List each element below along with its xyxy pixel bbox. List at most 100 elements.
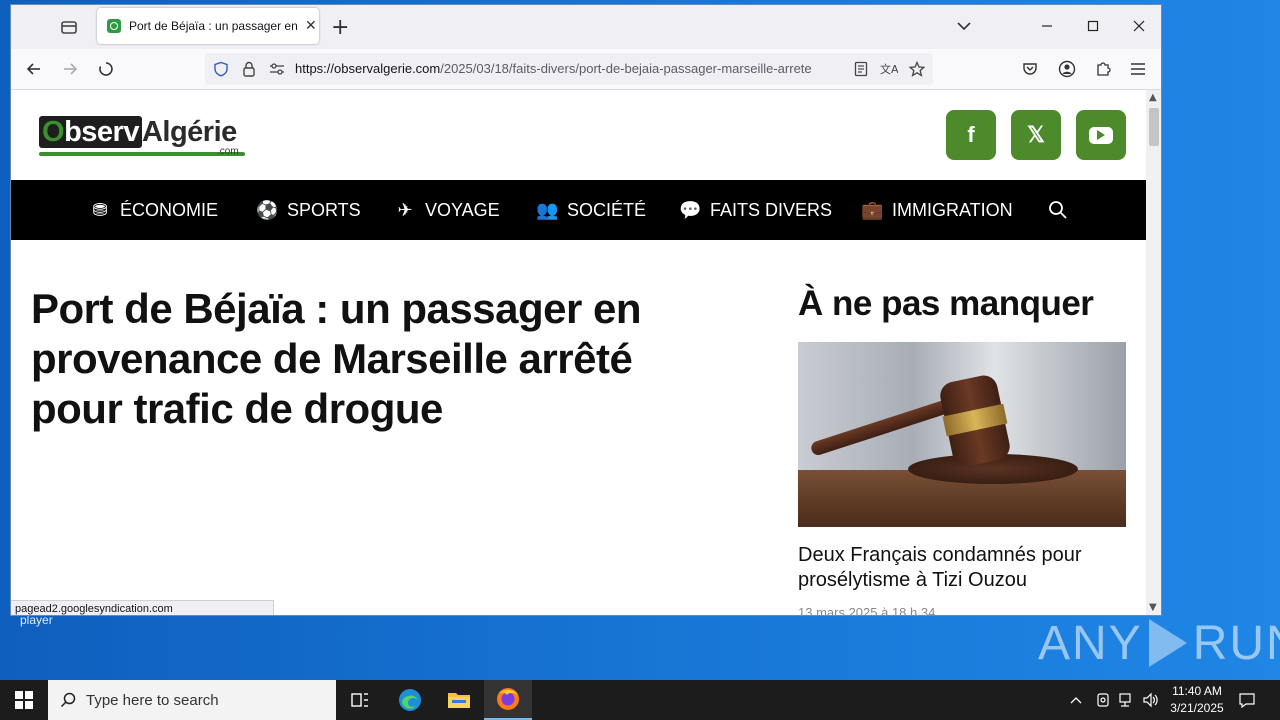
tray-app-button[interactable] (1095, 680, 1111, 720)
chevron-up-icon (1070, 697, 1082, 704)
scroll-thumb[interactable] (1149, 108, 1159, 146)
nav-item-sports[interactable]: ⚽ SPORTS (256, 180, 361, 240)
translate-icon[interactable]: 文A (879, 59, 899, 79)
nav-label: SPORTS (287, 199, 361, 220)
article-thumbnail-gavel[interactable] (798, 342, 1126, 527)
nav-item-economie[interactable]: ⛃ ÉCONOMIE (89, 180, 218, 240)
hamburger-menu-icon (1131, 63, 1145, 75)
account-icon (1058, 60, 1076, 78)
nav-label: IMMIGRATION (892, 199, 1013, 220)
logo-underline (39, 152, 245, 156)
permissions-icon[interactable] (267, 59, 287, 79)
minimize-button[interactable] (1024, 11, 1070, 41)
pocket-button[interactable] (1017, 57, 1043, 81)
url-host: https://observalgerie.com (295, 61, 441, 76)
logo-observ-text: bserv (64, 116, 139, 148)
nav-item-immigration[interactable]: 💼 IMMIGRATION (861, 180, 1013, 240)
system-clock[interactable]: 11:40 AM 3/21/2025 (1162, 683, 1232, 717)
close-window-button[interactable] (1116, 11, 1161, 41)
coins-icon: ⛃ (92, 199, 108, 220)
watermark-play-icon (1148, 619, 1187, 667)
scroll-up-icon[interactable]: ▲ (1149, 92, 1157, 103)
loading-spinner-icon (99, 62, 113, 76)
site-logo[interactable]: Observ Algérie .com (39, 116, 245, 157)
edge-taskbar-button[interactable] (386, 680, 434, 720)
search-placeholder: Type here to search (86, 691, 219, 709)
url-path: /2025/03/18/faits-divers/port-de-bejaia-… (440, 61, 812, 76)
watermark-text-left: ANY (1038, 616, 1143, 670)
task-view-button[interactable] (336, 680, 384, 720)
network-button[interactable] (1118, 680, 1136, 720)
stop-loading-button[interactable] (93, 57, 119, 81)
forward-arrow-icon (64, 63, 78, 75)
start-button[interactable] (0, 680, 48, 720)
logo-observ: Observ (39, 116, 142, 148)
nav-search-button[interactable] (1048, 180, 1068, 240)
tracking-protection-shield-icon[interactable] (211, 59, 231, 79)
page-scrollbar[interactable]: ▲ ▼ (1146, 90, 1161, 615)
tab-active[interactable]: Port de Béjaïa : un passager en provenan… (97, 8, 319, 44)
list-all-tabs-button[interactable] (941, 11, 987, 41)
facebook-icon: f (967, 122, 975, 147)
extensions-button[interactable] (1090, 57, 1116, 81)
sidebar-article-date: 13 mars 2025 à 18 h 34 (798, 605, 936, 616)
nav-label: FAITS DIVERS (710, 199, 833, 220)
tray-device-icon (1097, 693, 1109, 707)
firefox-taskbar-button[interactable] (484, 680, 532, 720)
file-explorer-taskbar-button[interactable] (435, 680, 483, 720)
tab-list-icon (61, 21, 77, 34)
status-bar: pagead2.googlesyndication.com (11, 600, 274, 615)
soccer-ball-icon: ⚽ (256, 199, 279, 220)
svg-text:文A: 文A (880, 62, 898, 76)
users-icon: 👥 (536, 199, 559, 220)
notification-icon (1239, 693, 1255, 708)
logo-com: .com (217, 146, 239, 157)
bookmark-star-icon[interactable] (907, 59, 927, 79)
maximize-button[interactable] (1070, 11, 1116, 41)
chevron-down-icon (957, 22, 971, 31)
account-button[interactable] (1054, 57, 1080, 81)
anyrun-watermark: ANY RUN (1038, 610, 1280, 676)
folder-icon (448, 693, 470, 708)
tab-list-button[interactable] (59, 17, 81, 37)
site-favicon-icon (107, 19, 121, 33)
comments-icon: 💬 (679, 199, 702, 220)
back-button[interactable] (21, 57, 47, 81)
show-hidden-icons-button[interactable] (1070, 680, 1082, 720)
nav-label: SOCIÉTÉ (567, 199, 647, 220)
scroll-down-icon[interactable]: ▼ (1149, 602, 1157, 613)
forward-button[interactable] (57, 57, 83, 81)
youtube-button[interactable] (1076, 110, 1126, 160)
watermark-text-right: RUN (1192, 616, 1280, 670)
taskbar-search[interactable]: Type here to search (48, 680, 336, 720)
url-bar[interactable]: https://observalgerie.com/2025/03/18/fai… (205, 53, 933, 85)
youtube-icon (1089, 126, 1113, 144)
action-center-button[interactable] (1238, 680, 1256, 720)
task-view-icon (351, 693, 368, 707)
puzzle-piece-icon (1097, 62, 1111, 76)
network-icon (1119, 693, 1131, 707)
nav-item-voyage[interactable]: ✈ VOYAGE (394, 180, 500, 240)
x-twitter-button[interactable]: 𝕏 (1011, 110, 1061, 160)
browser-window: Port de Béjaïa : un passager en provenan… (10, 4, 1162, 616)
lock-icon[interactable] (239, 59, 259, 79)
suitcase-icon: 💼 (861, 199, 884, 220)
clock-date: 3/21/2025 (1170, 701, 1224, 715)
url-text[interactable]: https://observalgerie.com/2025/03/18/fai… (295, 61, 855, 76)
logo-wordmark: Observ Algérie (39, 116, 237, 149)
tab-close-icon[interactable]: ✕ (305, 18, 317, 34)
clock-time: 11:40 AM (1172, 684, 1222, 698)
minimize-icon (1042, 25, 1052, 27)
app-menu-button[interactable] (1125, 57, 1151, 81)
new-tab-button[interactable]: + (331, 15, 349, 40)
nav-item-faits-divers[interactable]: 💬 FAITS DIVERS (679, 180, 832, 240)
nav-label: ÉCONOMIE (120, 199, 219, 220)
reader-view-icon[interactable] (851, 59, 871, 79)
nav-item-societe[interactable]: 👥 SOCIÉTÉ (536, 180, 646, 240)
sidebar-article-title[interactable]: Deux Français condamnés pour prosélytism… (798, 543, 1128, 593)
navigation-toolbar: https://observalgerie.com/2025/03/18/fai… (11, 49, 1161, 90)
facebook-button[interactable]: f (946, 110, 996, 160)
nav-label: VOYAGE (425, 199, 500, 220)
search-icon (1049, 201, 1067, 219)
volume-button[interactable] (1142, 680, 1160, 720)
